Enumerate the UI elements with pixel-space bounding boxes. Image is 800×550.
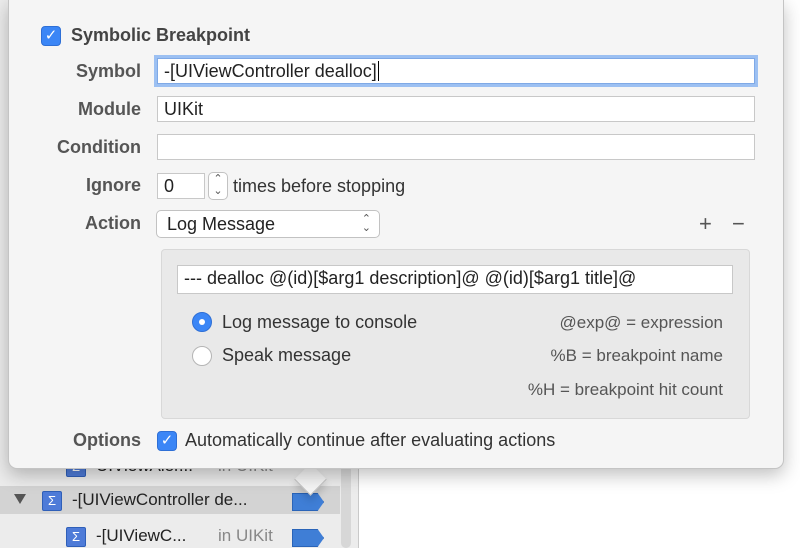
chevron-down-icon[interactable]: ⌄ <box>209 185 227 197</box>
navigator-row-name: -[UIViewC... <box>96 526 187 545</box>
breakpoint-flag-icon[interactable] <box>292 493 324 511</box>
chevron-up-icon[interactable]: ⌃ <box>209 173 227 185</box>
ignore-count-stepper[interactable]: ⌃ ⌄ <box>208 172 228 200</box>
disclosure-triangle-icon[interactable] <box>14 494 26 504</box>
action-type-value: Log Message <box>167 214 276 234</box>
breakpoint-editor-popover: ✓ Symbolic Breakpoint Symbol -[UIViewCon… <box>8 0 784 469</box>
symbolic-breakpoint-icon: Σ <box>66 527 86 547</box>
log-message-action-panel: --- dealloc @(id)[$arg1 description]@ @(… <box>161 249 750 419</box>
popover-title: Symbolic Breakpoint <box>71 25 251 45</box>
hint-hit-count: %H = breakpoint hit count <box>527 380 723 399</box>
speak-message-label: Speak message <box>222 345 352 365</box>
symbolic-breakpoint-icon: Σ <box>42 491 62 511</box>
condition-label: Condition <box>57 137 141 157</box>
symbol-value: -[UIViewController dealloc] <box>164 61 377 81</box>
ignore-count-field[interactable]: 0 <box>157 173 205 199</box>
breakpoint-enabled-checkbox[interactable]: ✓ <box>41 26 61 46</box>
updown-chevron-icon: ⌃ ⌄ <box>361 213 371 234</box>
ignore-count-value: 0 <box>164 176 175 196</box>
remove-action-button[interactable]: − <box>732 213 745 235</box>
action-type-popup[interactable]: Log Message ⌃ ⌄ <box>156 210 380 238</box>
hint-expression: @exp@ = expression <box>559 313 723 332</box>
navigator-row-name: -[UIViewController de... <box>72 490 248 509</box>
speak-message-radio[interactable] <box>192 346 212 366</box>
symbol-label: Symbol <box>75 61 141 81</box>
log-message-field[interactable]: --- dealloc @(id)[$arg1 description]@ @(… <box>177 265 733 294</box>
breakpoint-flag-icon[interactable] <box>292 529 324 547</box>
hint-breakpoint-name: %B = breakpoint name <box>550 346 723 365</box>
ignore-suffix-label: times before stopping <box>233 176 406 196</box>
navigator-row-module: in UIKit <box>218 526 273 545</box>
navigator-row-selected[interactable]: Σ -[UIViewController de... <box>0 486 340 514</box>
ignore-label: Ignore <box>85 175 141 195</box>
add-action-button[interactable]: + <box>699 213 712 235</box>
auto-continue-checkbox[interactable]: ✓ <box>157 431 177 451</box>
action-label: Action <box>85 213 141 233</box>
condition-field[interactable] <box>157 134 755 160</box>
auto-continue-label: Automatically continue after evaluating … <box>185 430 556 450</box>
module-value: UIKit <box>164 99 204 119</box>
log-to-console-label: Log message to console <box>222 312 418 332</box>
module-field[interactable]: UIKit <box>157 96 755 122</box>
text-caret <box>377 61 379 81</box>
symbol-field[interactable]: -[UIViewController dealloc] <box>157 58 755 84</box>
log-message-value: --- dealloc @(id)[$arg1 description]@ @(… <box>184 268 637 288</box>
options-label: Options <box>73 430 141 450</box>
log-to-console-radio[interactable] <box>192 312 212 332</box>
navigator-row[interactable]: Σ -[UIViewC... in UIKit <box>0 522 340 550</box>
module-label: Module <box>78 99 141 119</box>
